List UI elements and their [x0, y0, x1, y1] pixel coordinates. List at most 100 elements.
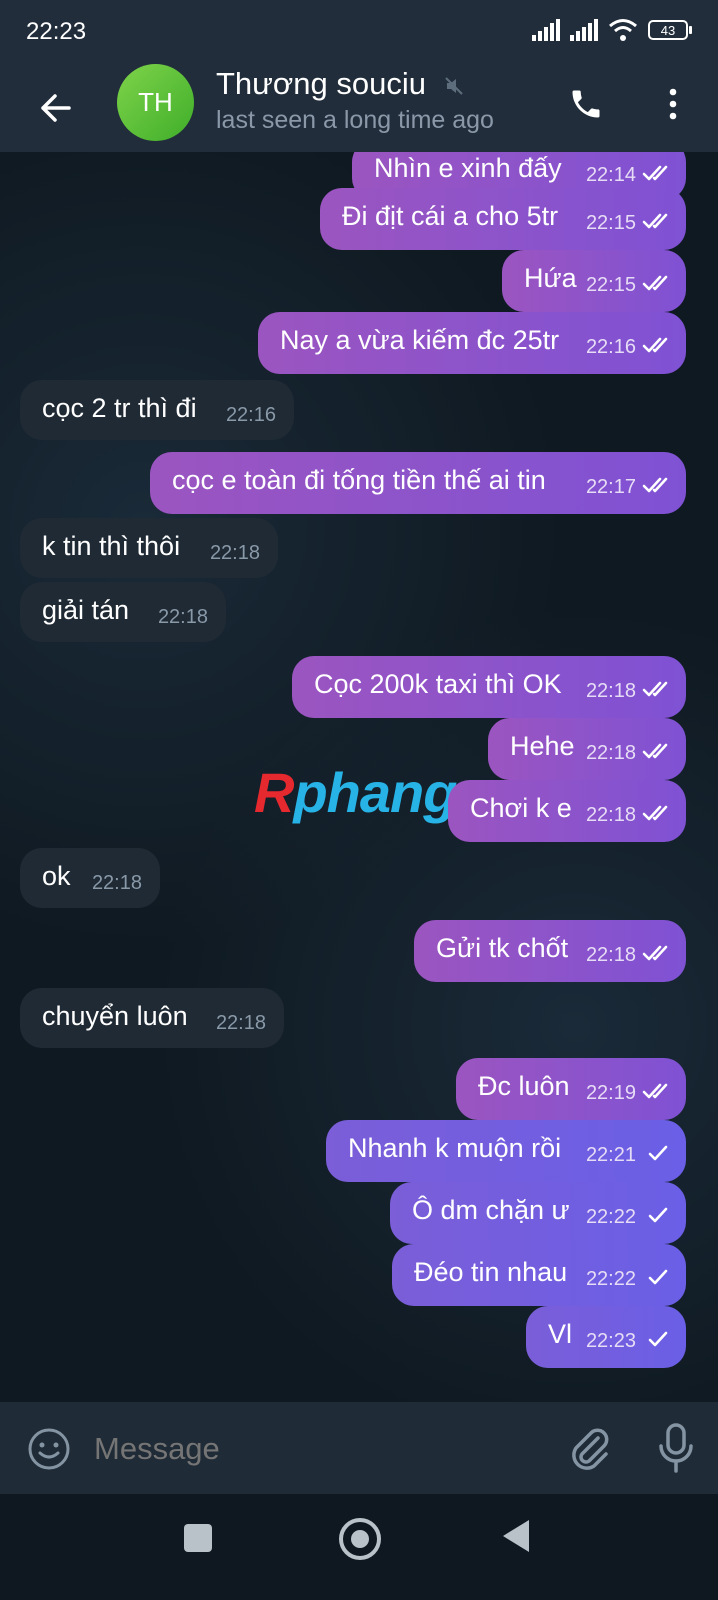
outgoing-message[interactable]: Ô dm chặn ư 22:22: [390, 1182, 686, 1244]
outgoing-message[interactable]: Đc luôn 22:19: [456, 1058, 686, 1120]
outgoing-message[interactable]: Đéo tin nhau 22:22: [392, 1244, 686, 1306]
message-text: Cọc 200k taxi thì OK: [314, 669, 562, 699]
message-text: Chơi k e: [470, 793, 572, 823]
outgoing-message[interactable]: Nay a vừa kiếm đc 25tr 22:16: [258, 312, 686, 374]
outgoing-message[interactable]: Đi địt cái a cho 5tr 22:15: [320, 188, 686, 250]
incoming-message[interactable]: k tin thì thôi 22:18: [20, 518, 278, 578]
message-text: giải tán: [42, 595, 130, 625]
message-time: 22:17: [585, 476, 636, 498]
chat-header: TH Thương souciu last seen a long time a…: [0, 64, 718, 152]
check-icon: [648, 1207, 668, 1223]
message-time: 22:15: [585, 212, 636, 234]
avatar[interactable]: TH: [117, 64, 194, 141]
message-input[interactable]: [92, 1424, 536, 1474]
call-button[interactable]: [560, 78, 612, 130]
watermark: Rphang: [254, 761, 457, 824]
message-time: 22:23: [585, 1330, 636, 1352]
message-time: 22:16: [225, 404, 276, 426]
double-check-icon: [642, 681, 668, 697]
emoji-icon[interactable]: [26, 1426, 72, 1472]
message-text: Đc luôn: [478, 1071, 570, 1101]
double-check-icon: [642, 165, 668, 181]
message-text: Đi địt cái a cho 5tr: [342, 201, 559, 231]
message-time: 22:16: [585, 336, 636, 358]
arrow-left-icon: [41, 94, 71, 122]
message-text: Vl: [548, 1319, 573, 1349]
double-check-icon: [642, 477, 668, 493]
check-icon: [648, 1145, 668, 1161]
incoming-message[interactable]: cọc 2 tr thì đi 22:16: [20, 380, 294, 440]
message-text: k tin thì thôi: [42, 531, 181, 561]
message-text: Ô dm chặn ư: [412, 1195, 570, 1225]
wifi-icon: [609, 19, 637, 41]
nav-back-button[interactable]: [503, 1520, 529, 1552]
message-text: cọc e toàn đi tống tiền thế ai tin: [172, 465, 546, 495]
message-time: 22:14: [585, 164, 636, 186]
battery-level: 43: [660, 22, 676, 38]
message-text: ok: [42, 861, 71, 891]
outgoing-message[interactable]: Cọc 200k taxi thì OK 22:18: [292, 656, 686, 718]
outgoing-message[interactable]: Gửi tk chốt 22:18: [414, 920, 686, 982]
contact-status: last seen a long time ago: [216, 106, 494, 134]
muted-icon: [445, 77, 463, 95]
signal-icon: [570, 19, 598, 41]
message-time: 22:18: [215, 1012, 266, 1034]
microphone-icon[interactable]: [652, 1422, 700, 1474]
outgoing-message[interactable]: cọc e toàn đi tống tiền thế ai tin 22:17: [150, 452, 686, 514]
composer-bar: [0, 1402, 718, 1494]
status-icons: 43: [532, 18, 692, 42]
message-time: 22:18: [585, 742, 636, 764]
contact-name[interactable]: Thương souciu: [216, 66, 426, 102]
message-time: 22:15: [585, 274, 636, 296]
message-text: Nhanh k muộn rồi: [348, 1133, 562, 1163]
more-vertical-icon: [669, 88, 677, 120]
more-menu-button[interactable]: [650, 78, 696, 130]
incoming-message[interactable]: chuyển luôn 22:18: [20, 988, 284, 1048]
message-time: 22:18: [585, 944, 636, 966]
double-check-icon: [642, 743, 668, 759]
double-check-icon: [642, 275, 668, 291]
avatar-initials: TH: [138, 87, 173, 117]
battery-icon: 43: [648, 20, 692, 40]
message-time: 22:18: [209, 542, 260, 564]
message-text: cọc 2 tr thì đi: [42, 393, 197, 423]
outgoing-message[interactable]: Hehe 22:18: [488, 718, 686, 780]
status-bar: 22:23 43: [0, 0, 718, 64]
double-check-icon: [642, 805, 668, 821]
recents-button[interactable]: [184, 1524, 212, 1552]
message-text: Hứa: [524, 263, 577, 293]
message-time: 22:18: [585, 804, 636, 826]
double-check-icon: [642, 337, 668, 353]
message-text: Nay a vừa kiếm đc 25tr: [280, 325, 560, 355]
check-icon: [648, 1331, 668, 1347]
double-check-icon: [642, 213, 668, 229]
message-text: Gửi tk chốt: [436, 933, 569, 963]
message-time: 22:19: [585, 1082, 636, 1104]
paperclip-icon[interactable]: [566, 1424, 614, 1472]
signal-icon: [532, 19, 560, 41]
message-text: Đéo tin nhau: [414, 1257, 568, 1287]
message-time: 22:22: [585, 1268, 636, 1290]
message-time: 22:18: [157, 606, 208, 628]
message-text: Nhìn e xinh đấy: [374, 153, 562, 183]
double-check-icon: [642, 945, 668, 961]
message-time: 22:22: [585, 1206, 636, 1228]
back-button[interactable]: [28, 80, 84, 136]
home-button[interactable]: [339, 1518, 381, 1560]
double-check-icon: [642, 1083, 668, 1099]
message-time: 22:18: [585, 680, 636, 702]
message-time: 22:21: [585, 1144, 636, 1166]
outgoing-message[interactable]: Nhanh k muộn rồi 22:21: [326, 1120, 686, 1182]
message-list[interactable]: Rphang Nhìn e xinh đấy 22:14 Đi địt cái a …: [0, 152, 718, 1402]
phone-icon: [572, 90, 600, 118]
outgoing-message[interactable]: Hứa 22:15: [502, 250, 686, 312]
status-time: 22:23: [26, 18, 87, 45]
system-nav-bar: [0, 1494, 718, 1600]
incoming-message[interactable]: giải tán 22:18: [20, 582, 226, 642]
outgoing-message[interactable]: Vl 22:23: [526, 1306, 686, 1368]
outgoing-message[interactable]: Chơi k e 22:18: [448, 780, 686, 842]
check-icon: [648, 1269, 668, 1285]
message-text: chuyển luôn: [42, 1001, 188, 1031]
incoming-message[interactable]: ok 22:18: [20, 848, 160, 908]
message-time: 22:18: [91, 872, 142, 894]
